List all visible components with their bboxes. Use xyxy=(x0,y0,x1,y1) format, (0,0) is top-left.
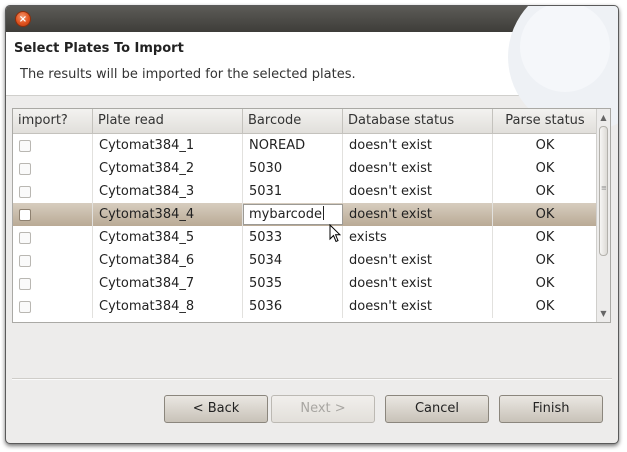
import-checkbox[interactable] xyxy=(19,255,31,267)
column-header-plate-read[interactable]: Plate read xyxy=(93,109,243,133)
table-row-selected[interactable]: Cytomat384_4 mybarcode doesn't exist OK xyxy=(13,203,597,226)
plate-cell: Cytomat384_4 xyxy=(93,203,243,226)
header-decoration-inner xyxy=(520,6,610,92)
button-bar-separator xyxy=(12,378,612,380)
parse-status-cell: OK xyxy=(535,276,555,291)
import-dialog: × Select Plates To Import The results wi… xyxy=(5,5,619,444)
db-status-cell: doesn't exist xyxy=(343,203,493,226)
import-cell xyxy=(13,134,93,157)
table-row[interactable]: Cytomat384_5 5033 exists OK xyxy=(13,226,597,249)
import-cell xyxy=(13,157,93,180)
import-checkbox[interactable] xyxy=(19,232,31,244)
page-description: The results will be imported for the sel… xyxy=(20,67,356,82)
import-cell xyxy=(13,249,93,272)
barcode-cell[interactable]: 5030 xyxy=(243,157,343,180)
parse-status-cell: OK xyxy=(535,253,555,268)
back-button[interactable]: < Back xyxy=(164,395,268,423)
db-status-cell: doesn't exist xyxy=(343,272,493,295)
barcode-cell[interactable]: 5036 xyxy=(243,295,343,318)
plate-cell: Cytomat384_5 xyxy=(93,226,243,249)
column-header-database-status[interactable]: Database status xyxy=(343,109,493,133)
scroll-thumb[interactable]: ≡ xyxy=(599,126,608,256)
close-icon[interactable]: × xyxy=(15,11,31,27)
plates-table: import? Plate read Barcode Database stat… xyxy=(12,108,611,323)
plate-cell: Cytomat384_1 xyxy=(93,134,243,157)
import-cell xyxy=(13,203,93,226)
import-checkbox[interactable] xyxy=(19,163,31,175)
plate-cell: Cytomat384_7 xyxy=(93,272,243,295)
import-checkbox[interactable] xyxy=(19,140,31,152)
text-caret xyxy=(323,206,324,220)
import-cell xyxy=(13,272,93,295)
table-row[interactable]: Cytomat384_7 5035 doesn't exist OK xyxy=(13,272,597,295)
scroll-down-icon[interactable]: ▼ xyxy=(597,307,610,320)
barcode-cell[interactable]: 5034 xyxy=(243,249,343,272)
parse-status-cell: OK xyxy=(535,161,555,176)
import-cell xyxy=(13,226,93,249)
parse-status-cell: OK xyxy=(535,138,555,153)
scroll-up-icon[interactable]: ▲ xyxy=(597,111,610,124)
barcode-cell[interactable]: 5033 xyxy=(243,226,343,249)
grip-icon: ≡ xyxy=(601,184,607,192)
next-button[interactable]: Next > xyxy=(271,395,375,423)
plate-cell: Cytomat384_2 xyxy=(93,157,243,180)
table-row[interactable]: Cytomat384_6 5034 doesn't exist OK xyxy=(13,249,597,272)
vertical-scrollbar[interactable]: ▲ ≡ ▼ xyxy=(596,109,610,322)
finish-button[interactable]: Finish xyxy=(499,395,603,423)
parse-status-cell: OK xyxy=(535,184,555,199)
db-status-cell: exists xyxy=(343,226,493,249)
table-row[interactable]: Cytomat384_8 5036 doesn't exist OK xyxy=(13,295,597,318)
column-header-parse-status[interactable]: Parse status xyxy=(493,109,597,133)
column-header-barcode[interactable]: Barcode xyxy=(243,109,343,133)
parse-status-cell: OK xyxy=(535,299,555,314)
plate-cell: Cytomat384_3 xyxy=(93,180,243,203)
parse-status-cell: OK xyxy=(535,230,555,245)
parse-status-cell: OK xyxy=(535,207,555,222)
table-header: import? Plate read Barcode Database stat… xyxy=(13,109,597,134)
import-checkbox[interactable] xyxy=(19,301,31,313)
page-title: Select Plates To Import xyxy=(14,41,184,56)
cancel-button[interactable]: Cancel xyxy=(385,395,489,423)
import-checkbox[interactable] xyxy=(19,278,31,290)
table-row[interactable]: Cytomat384_3 5031 doesn't exist OK xyxy=(13,180,597,203)
db-status-cell: doesn't exist xyxy=(343,157,493,180)
import-cell xyxy=(13,295,93,318)
mouse-pointer-icon xyxy=(329,223,342,247)
column-header-import[interactable]: import? xyxy=(13,109,93,133)
plate-cell: Cytomat384_6 xyxy=(93,249,243,272)
db-status-cell: doesn't exist xyxy=(343,180,493,203)
barcode-cell[interactable]: 5031 xyxy=(243,180,343,203)
barcode-edit-text: mybarcode xyxy=(249,207,322,222)
barcode-cell[interactable]: NOREAD xyxy=(243,134,343,157)
table-body: Cytomat384_1 NOREAD doesn't exist OK Cyt… xyxy=(13,134,597,318)
import-checkbox[interactable] xyxy=(19,186,31,198)
db-status-cell: doesn't exist xyxy=(343,249,493,272)
table-row[interactable]: Cytomat384_1 NOREAD doesn't exist OK xyxy=(13,134,597,157)
import-cell xyxy=(13,180,93,203)
plate-cell: Cytomat384_8 xyxy=(93,295,243,318)
barcode-edit-field[interactable]: mybarcode xyxy=(243,204,343,225)
db-status-cell: doesn't exist xyxy=(343,134,493,157)
wizard-header: Select Plates To Import The results will… xyxy=(6,6,618,132)
import-checkbox[interactable] xyxy=(19,209,31,221)
barcode-cell[interactable]: 5035 xyxy=(243,272,343,295)
table-row[interactable]: Cytomat384_2 5030 doesn't exist OK xyxy=(13,157,597,180)
db-status-cell: doesn't exist xyxy=(343,295,493,318)
